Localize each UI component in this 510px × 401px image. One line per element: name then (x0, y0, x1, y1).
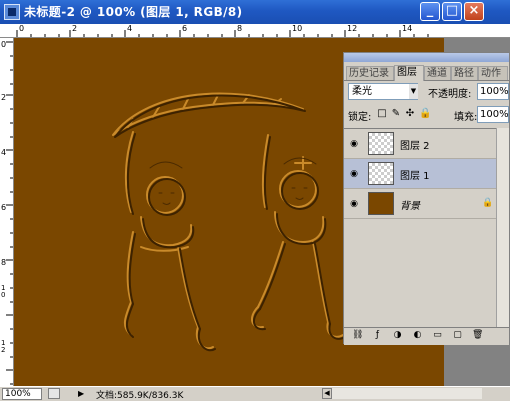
layer-name: 图层 1 (400, 171, 430, 182)
window-title: 未标题-2 @ 100% (图层 1, RGB/8) (24, 5, 243, 19)
adjustment-layer-icon[interactable]: ◐ (412, 330, 423, 341)
ruler-label: 8 (237, 24, 243, 33)
lock-icon: 🔒 (482, 198, 494, 208)
photoshop-doc-icon (4, 4, 20, 20)
layer-name: 背景 (400, 201, 420, 212)
layer-style-icon[interactable]: ƒ (372, 330, 383, 341)
ruler-label: 8 (1, 258, 7, 267)
layer-list-scrollbar[interactable] (496, 128, 509, 338)
layer-row-layer-2[interactable]: ◉ 图层 2 (344, 129, 496, 159)
status-arrow-icon[interactable]: ▶ (78, 389, 84, 398)
ruler-label: 12 (347, 24, 358, 33)
ruler-label: 2 (1, 93, 7, 102)
blend-mode-select[interactable]: 柔光 ▼ (348, 83, 418, 100)
status-bar: 100% ▶ 文档:585.9K/836.3K ◀ (0, 386, 510, 401)
lock-label: 锁定: (348, 112, 372, 123)
eye-icon[interactable]: ◉ (347, 138, 361, 150)
close-button[interactable]: × (464, 2, 484, 21)
link-layers-icon[interactable]: ⛓ (352, 330, 363, 341)
tab-paths[interactable]: 路径 (451, 66, 478, 80)
ruler-label: 14 (402, 24, 413, 33)
fill-label: 填充: (454, 112, 478, 123)
ruler-label: 2 (72, 24, 78, 33)
layer-mask-icon[interactable]: ◑ (392, 330, 403, 341)
scroll-left-button[interactable]: ◀ (322, 388, 332, 399)
ruler-label: 6 (1, 203, 7, 212)
blend-mode-value: 柔光 (352, 86, 372, 97)
tab-actions[interactable]: 动作 (478, 66, 508, 80)
lock-all-icon[interactable]: 🔒 (419, 109, 431, 119)
trash-icon[interactable]: 🗑 (472, 330, 483, 341)
layers-palette[interactable]: ▸ 历史记录 图层 通道 路径 动作 柔光 ▼ 不透明度: 100% 锁定: □… (343, 52, 510, 345)
ruler-label: 1 2 (1, 339, 6, 354)
maximize-button[interactable]: □ (442, 2, 462, 21)
eye-icon[interactable]: ◉ (347, 198, 361, 210)
horizontal-scrollbar[interactable] (332, 388, 482, 399)
layer-thumbnail (368, 132, 394, 155)
palette-titlebar[interactable] (344, 53, 509, 62)
ruler-label: 0 (19, 24, 25, 33)
opacity-label: 不透明度: (428, 89, 472, 100)
ruler-label: 4 (127, 24, 133, 33)
eye-icon[interactable]: ◉ (347, 168, 361, 180)
opacity-input[interactable]: 100% (477, 83, 509, 100)
ruler-label: 10 (292, 24, 303, 33)
fill-input[interactable]: 100% (477, 106, 509, 123)
ruler-ticks (6, 41, 13, 385)
layer-list[interactable]: ◉ 图层 2 ◉ 图层 1 ◉ 背景 🔒 (344, 128, 509, 339)
ruler-label: 4 (1, 148, 7, 157)
tab-history[interactable]: 历史记录 (346, 66, 394, 80)
tab-layers[interactable]: 图层 (394, 65, 424, 81)
layer-thumbnail (368, 162, 394, 185)
lock-transparency-icon[interactable]: □ (377, 109, 387, 119)
layer-name: 图层 2 (400, 141, 430, 152)
status-menu-icon[interactable] (48, 388, 60, 399)
ruler-label: 6 (182, 24, 188, 33)
new-layer-icon[interactable]: ▢ (452, 330, 463, 341)
tab-divider (344, 80, 509, 81)
layer-row-layer-1[interactable]: ◉ 图层 1 (344, 159, 496, 189)
vertical-ruler[interactable]: 0 2 4 6 8 1 0 1 2 (0, 38, 14, 386)
lock-pixels-icon[interactable]: ✎ (391, 109, 401, 119)
zoom-level-field[interactable]: 100% (2, 388, 42, 400)
minimize-button[interactable]: _ (420, 2, 440, 21)
document-size-info: 文档:585.9K/836.3K (96, 391, 184, 401)
ruler-label: 0 (1, 40, 7, 49)
layer-thumbnail (368, 192, 394, 215)
horizontal-ruler[interactable]: 0 2 4 6 8 10 12 14 (0, 24, 510, 38)
ruler-label: 1 0 (1, 284, 6, 299)
lock-position-icon[interactable]: ✣ (405, 109, 415, 119)
tab-channels[interactable]: 通道 (424, 66, 451, 80)
new-group-icon[interactable]: ▭ (432, 330, 443, 341)
window-titlebar[interactable]: 未标题-2 @ 100% (图层 1, RGB/8) _ □ × (0, 0, 510, 24)
dropdown-arrow-icon[interactable]: ▼ (409, 84, 418, 99)
palette-footer: ⛓ ƒ ◑ ◐ ▭ ▢ 🗑 (344, 327, 509, 345)
layer-row-background[interactable]: ◉ 背景 🔒 (344, 189, 496, 219)
